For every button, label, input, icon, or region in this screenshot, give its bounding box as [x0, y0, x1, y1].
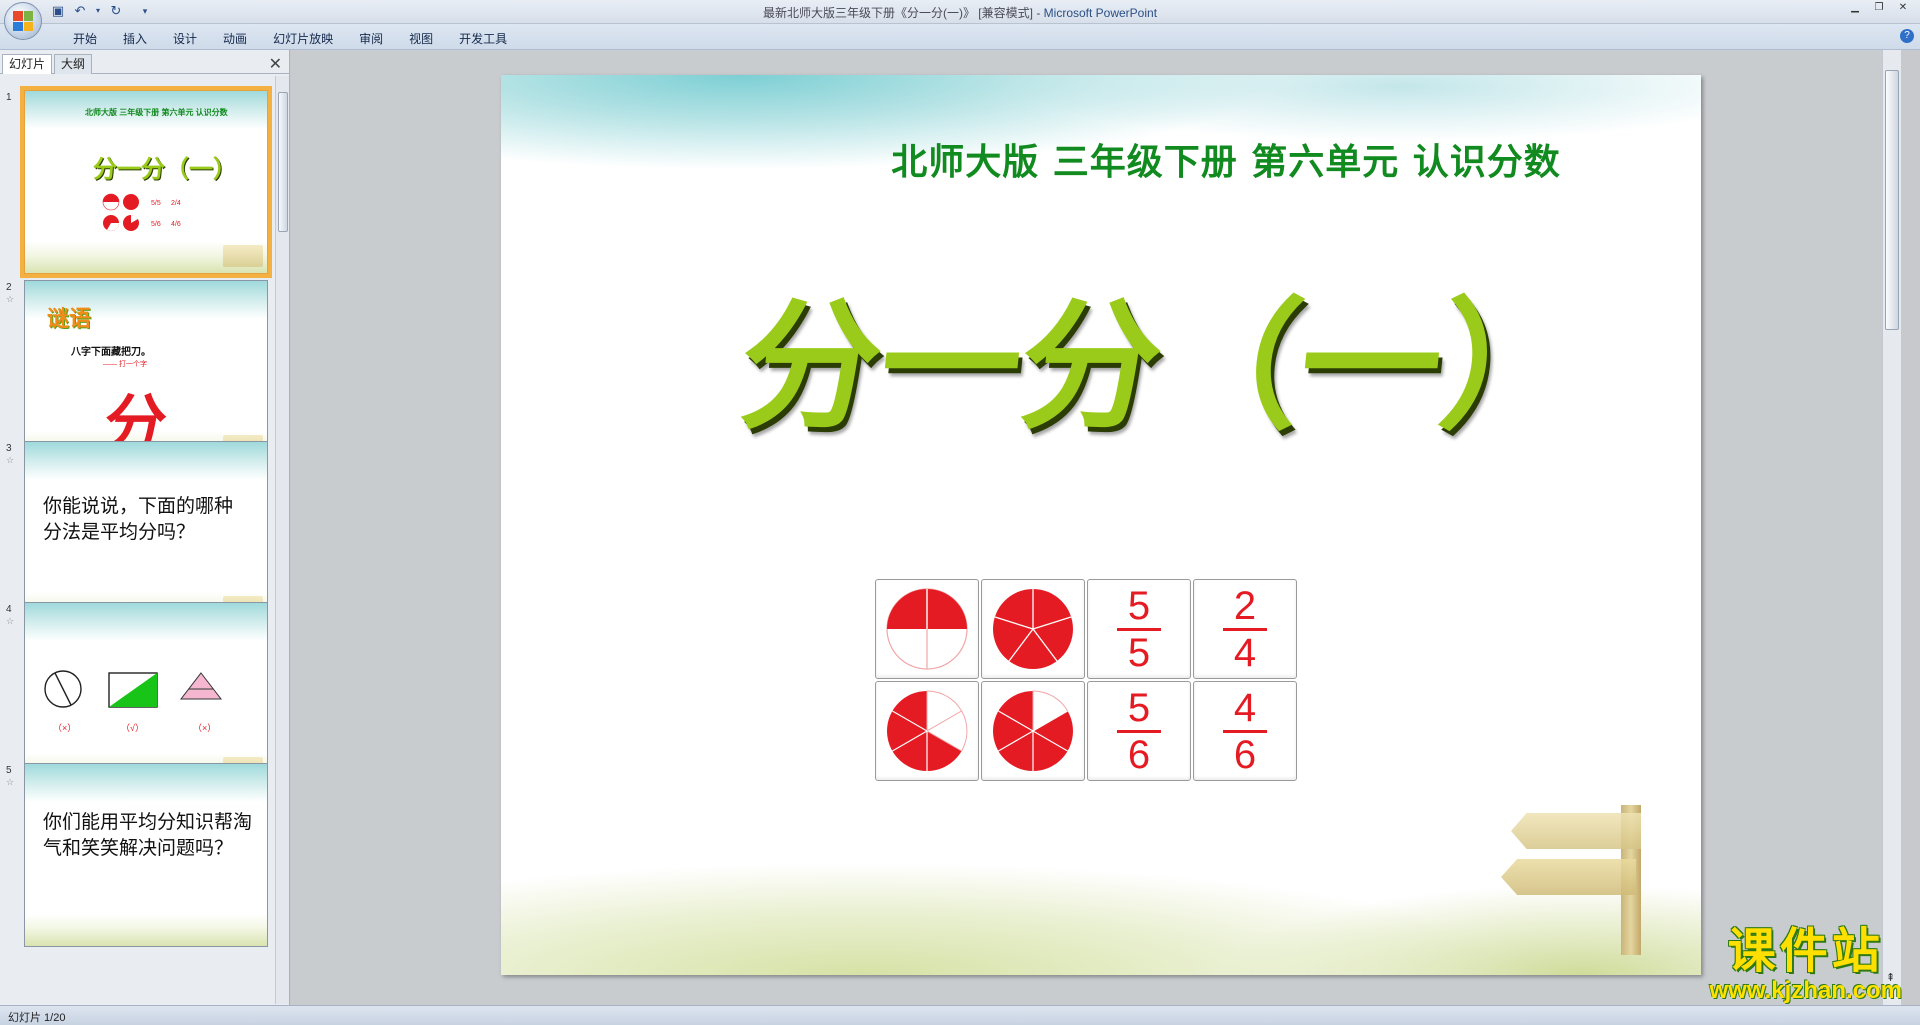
thumb-riddle: 谜语 — [47, 306, 92, 331]
slide-background-wash — [501, 75, 1701, 305]
half-circle-icon — [886, 588, 968, 670]
denominator: 5 — [1127, 630, 1151, 675]
app-name: Microsoft PowerPoint — [1043, 6, 1158, 20]
numerator: 5 — [1127, 685, 1151, 730]
tab-developer[interactable]: 开发工具 — [446, 30, 520, 48]
tab-review[interactable]: 审阅 — [346, 30, 396, 48]
fraction: 5 5 — [1117, 586, 1161, 673]
help-icon[interactable]: ? — [1900, 29, 1914, 43]
slide-number: 3 — [6, 443, 12, 454]
tab-animations[interactable]: 动画 — [210, 30, 260, 48]
tab-design[interactable]: 设计 — [160, 30, 210, 48]
fraction: 5 6 — [1117, 688, 1161, 775]
slide-number: 5 — [6, 765, 12, 776]
slide-editor: 北师大版 三年级下册 第六单元 认识分数 分一分（一） 5 5 2 4 5 6 … — [291, 50, 1901, 1005]
slide-position: 幻灯片 1/20 — [8, 1012, 66, 1024]
thumb-text: 你们能用平均分知识帮淘气和笑笑解决问题吗？ — [43, 812, 253, 859]
full-circle-fifths-icon — [993, 589, 1073, 669]
ribbon-tabs: 开始 插入 设计 动画 幻灯片放映 审阅 视图 开发工具 — [60, 30, 520, 48]
close-panel-icon[interactable]: ✕ — [269, 54, 282, 74]
animation-star-icon: ☆ — [6, 294, 15, 304]
grid-cell[interactable] — [981, 681, 1085, 781]
status-bar: 幻灯片 1/20 — [0, 1005, 1920, 1025]
panel-tabs: 幻灯片 大纲 ✕ — [0, 52, 290, 74]
watermark-url: www.kjzhan.com — [1709, 977, 1902, 1004]
slide-thumbnail-5[interactable]: 你们能用平均分知识帮淘气和笑笑解决问题吗？ — [24, 763, 268, 947]
signpost-image — [1501, 795, 1641, 955]
animation-star-icon: ☆ — [6, 777, 15, 787]
panel-scroll-thumb[interactable] — [278, 92, 288, 232]
slide-thumbnail-2[interactable]: 谜语 八字下面藏把刀。 —— 打一个字 分 — [24, 280, 268, 464]
thumb-mark: （×） — [53, 723, 77, 733]
window-controls: ▁ ❐ ✕ — [1844, 1, 1914, 15]
grid-cell[interactable]: 5 5 — [1087, 579, 1191, 679]
thumb-hint: —— 打一个字 — [103, 361, 147, 368]
thumb-shapes — [44, 670, 223, 708]
panel-scrollbar[interactable] — [275, 76, 289, 1004]
slide-header[interactable]: 北师大版 三年级下册 第六单元 认识分数 — [501, 133, 1701, 185]
editor-scrollbar[interactable]: ⇞ ⇟ — [1882, 50, 1901, 1005]
powerpoint-window: ▣ ↶ ▾ ↻ ▾ 最新北师大版三年级下册《分一分(一)》 [兼容模式] - M… — [0, 0, 1920, 1025]
editor-scroll-thumb[interactable] — [1885, 70, 1899, 330]
thumb-line: 八字下面藏把刀。 — [71, 347, 151, 358]
grid-cell[interactable]: 5 6 — [1087, 681, 1191, 781]
grid-cell[interactable] — [875, 681, 979, 781]
slides-panel: 幻灯片 大纲 ✕ 1 北师大版 三年级下册 第六单元 认识分数 分一分（一） 5… — [0, 50, 290, 1005]
grid-cell[interactable]: 4 6 — [1193, 681, 1297, 781]
svg-text:2/4: 2/4 — [171, 200, 181, 207]
window-title: 最新北师大版三年级下册《分一分(一)》 [兼容模式] - Microsoft P… — [762, 6, 1158, 20]
animation-star-icon: ☆ — [6, 455, 15, 465]
circle-four-sixths-icon — [993, 690, 1073, 771]
watermark-name: 课件站 — [1727, 923, 1884, 979]
svg-text:4/6: 4/6 — [171, 221, 181, 228]
svg-text:5/6: 5/6 — [151, 221, 161, 228]
tab-outline[interactable]: 大纲 — [54, 54, 93, 74]
office-logo-icon — [13, 11, 33, 31]
thumb-fraction-grid: 5/5 2/4 5/6 4/6 — [102, 193, 181, 231]
current-slide[interactable]: 北师大版 三年级下册 第六单元 认识分数 分一分（一） 5 5 2 4 5 6 … — [501, 75, 1701, 975]
thumb-header: 北师大版 三年级下册 第六单元 认识分数 — [85, 108, 228, 117]
fraction: 4 6 — [1223, 688, 1267, 775]
slide-number: 2 — [6, 282, 12, 293]
slide-thumbnail-3[interactable]: 你能说说，下面的哪种分法是平均分吗？ — [24, 441, 268, 625]
thumb-mark: （√） — [121, 723, 144, 733]
grid-cell[interactable]: 2 4 — [1193, 579, 1297, 679]
tab-slideshow[interactable]: 幻灯片放映 — [260, 30, 346, 48]
close-icon[interactable]: ✕ — [1892, 1, 1914, 15]
slide-thumbnail-1[interactable]: 北师大版 三年级下册 第六单元 认识分数 分一分（一） 5/5 2/4 5/6 — [20, 86, 272, 278]
slide-number: 1 — [6, 92, 12, 103]
fraction: 2 4 — [1223, 586, 1267, 673]
grid-cell[interactable] — [875, 579, 979, 679]
tab-slides[interactable]: 幻灯片 — [2, 54, 53, 74]
numerator: 4 — [1233, 685, 1257, 730]
fraction-grid: 5 5 2 4 5 6 4 6 — [875, 579, 1297, 781]
slide-thumbnail-4[interactable]: （×） （√） （×） — [24, 602, 268, 786]
slide-title[interactable]: 分一分（一） — [501, 285, 1701, 449]
numerator: 2 — [1233, 583, 1257, 628]
svg-text:5/5: 5/5 — [151, 200, 161, 207]
watermark-logo: 课件站 www.kjzhan.com — [1710, 925, 1902, 1005]
denominator: 6 — [1127, 732, 1151, 777]
tab-home[interactable]: 开始 — [60, 30, 110, 48]
title-bar: ▣ ↶ ▾ ↻ ▾ 最新北师大版三年级下册《分一分(一)》 [兼容模式] - M… — [0, 0, 1920, 40]
slide-number: 4 — [6, 604, 12, 615]
restore-icon[interactable]: ❐ — [1868, 1, 1890, 15]
thumb-title: 分一分（一） — [93, 156, 237, 183]
animation-star-icon: ☆ — [6, 616, 15, 626]
thumb-mark: （×） — [193, 723, 217, 733]
tab-insert[interactable]: 插入 — [110, 30, 160, 48]
tab-view[interactable]: 视图 — [396, 30, 446, 48]
denominator: 6 — [1233, 732, 1257, 777]
numerator: 5 — [1127, 583, 1151, 628]
office-button[interactable] — [4, 2, 42, 40]
circle-five-sixths-icon — [887, 690, 968, 771]
grid-cell[interactable] — [981, 579, 1085, 679]
denominator: 4 — [1233, 630, 1257, 675]
thumb-text: 你能说说，下面的哪种分法是平均分吗？ — [43, 496, 234, 543]
ribbon: 开始 插入 设计 动画 幻灯片放映 审阅 视图 开发工具 ? — [0, 24, 1920, 50]
document-title: 最新北师大版三年级下册《分一分(一)》 [兼容模式] — [762, 6, 1033, 20]
minimize-icon[interactable]: ▁ — [1844, 1, 1866, 15]
thumbnail-list: 1 北师大版 三年级下册 第六单元 认识分数 分一分（一） 5/5 2/4 5/… — [0, 76, 274, 1004]
